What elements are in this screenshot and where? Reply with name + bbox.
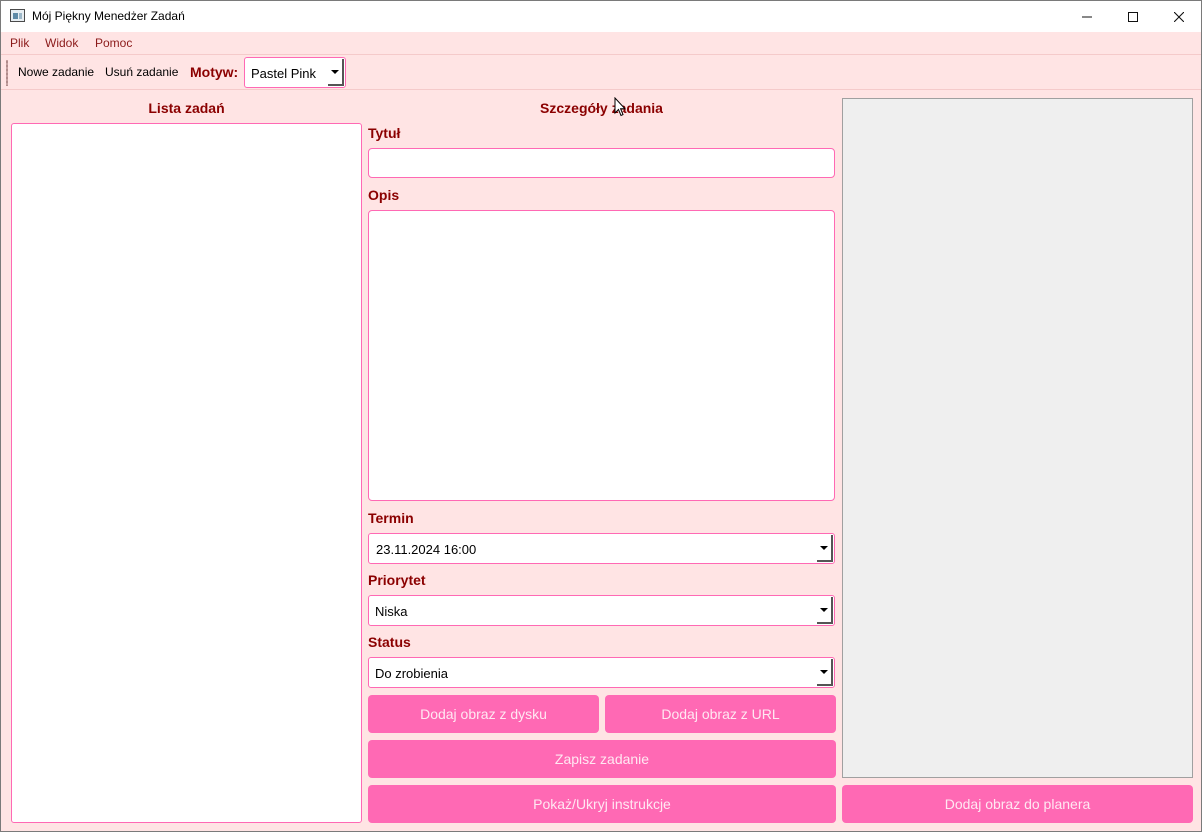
title-bar[interactable]: Mój Piękny Menedżer Zadań <box>1 1 1201 32</box>
toggle-instructions-button[interactable]: Pokaż/Ukryj instrukcje <box>368 785 836 823</box>
priority-value: Niska <box>375 604 408 619</box>
menu-bar: Plik Widok Pomoc <box>1 32 1201 54</box>
toolbar: Nowe zadanie Usuń zadanie Motyw: Pastel … <box>1 54 1201 90</box>
delete-task-action[interactable]: Usuń zadanie <box>105 65 178 79</box>
window-title: Mój Piękny Menedżer Zadań <box>32 9 185 23</box>
priority-select[interactable]: Niska <box>368 595 835 626</box>
description-textarea[interactable] <box>368 210 835 501</box>
task-list[interactable] <box>11 123 362 823</box>
minimize-icon <box>1082 16 1092 17</box>
chevron-down-icon <box>817 535 833 562</box>
task-list-title: Lista zadań <box>148 100 225 116</box>
add-image-planner-button[interactable]: Dodaj obraz do planera <box>842 785 1193 823</box>
menu-view[interactable]: Widok <box>45 36 78 50</box>
deadline-value: 23.11.2024 16:00 <box>376 542 477 557</box>
theme-select[interactable]: Pastel Pink <box>244 57 346 88</box>
new-task-action[interactable]: Nowe zadanie <box>18 65 94 79</box>
toolbar-grip[interactable] <box>6 60 8 86</box>
deadline-label: Termin <box>368 510 414 526</box>
app-window: Mój Piękny Menedżer Zadań Plik Widok Pom… <box>0 0 1202 832</box>
add-image-disk-button[interactable]: Dodaj obraz z dysku <box>368 695 599 733</box>
image-preview-panel[interactable] <box>842 98 1193 778</box>
priority-label: Priorytet <box>368 572 426 588</box>
close-button[interactable] <box>1156 1 1202 32</box>
chevron-down-icon <box>817 597 833 624</box>
save-task-button[interactable]: Zapisz zadanie <box>368 740 836 778</box>
details-title: Szczegóły zadania <box>540 100 663 116</box>
description-label: Opis <box>368 187 400 203</box>
chevron-down-icon <box>817 659 833 686</box>
close-icon <box>1174 11 1184 22</box>
add-image-url-button[interactable]: Dodaj obraz z URL <box>605 695 836 733</box>
status-value: Do zrobienia <box>375 666 448 681</box>
app-icon <box>10 9 25 22</box>
status-select[interactable]: Do zrobienia <box>368 657 835 688</box>
title-input[interactable] <box>368 148 835 178</box>
title-label: Tytuł <box>368 125 401 141</box>
chevron-down-icon <box>328 59 344 86</box>
maximize-icon <box>1128 11 1138 22</box>
deadline-datetime-picker[interactable]: 23.11.2024 16:00 <box>368 533 835 564</box>
mouse-cursor-icon <box>614 97 626 117</box>
theme-label: Motyw: <box>190 64 239 80</box>
theme-select-value: Pastel Pink <box>251 66 317 81</box>
menu-file[interactable]: Plik <box>10 36 29 50</box>
maximize-button[interactable] <box>1110 1 1156 32</box>
menu-help[interactable]: Pomoc <box>95 36 132 50</box>
minimize-button[interactable] <box>1064 1 1110 32</box>
status-label: Status <box>368 634 411 650</box>
